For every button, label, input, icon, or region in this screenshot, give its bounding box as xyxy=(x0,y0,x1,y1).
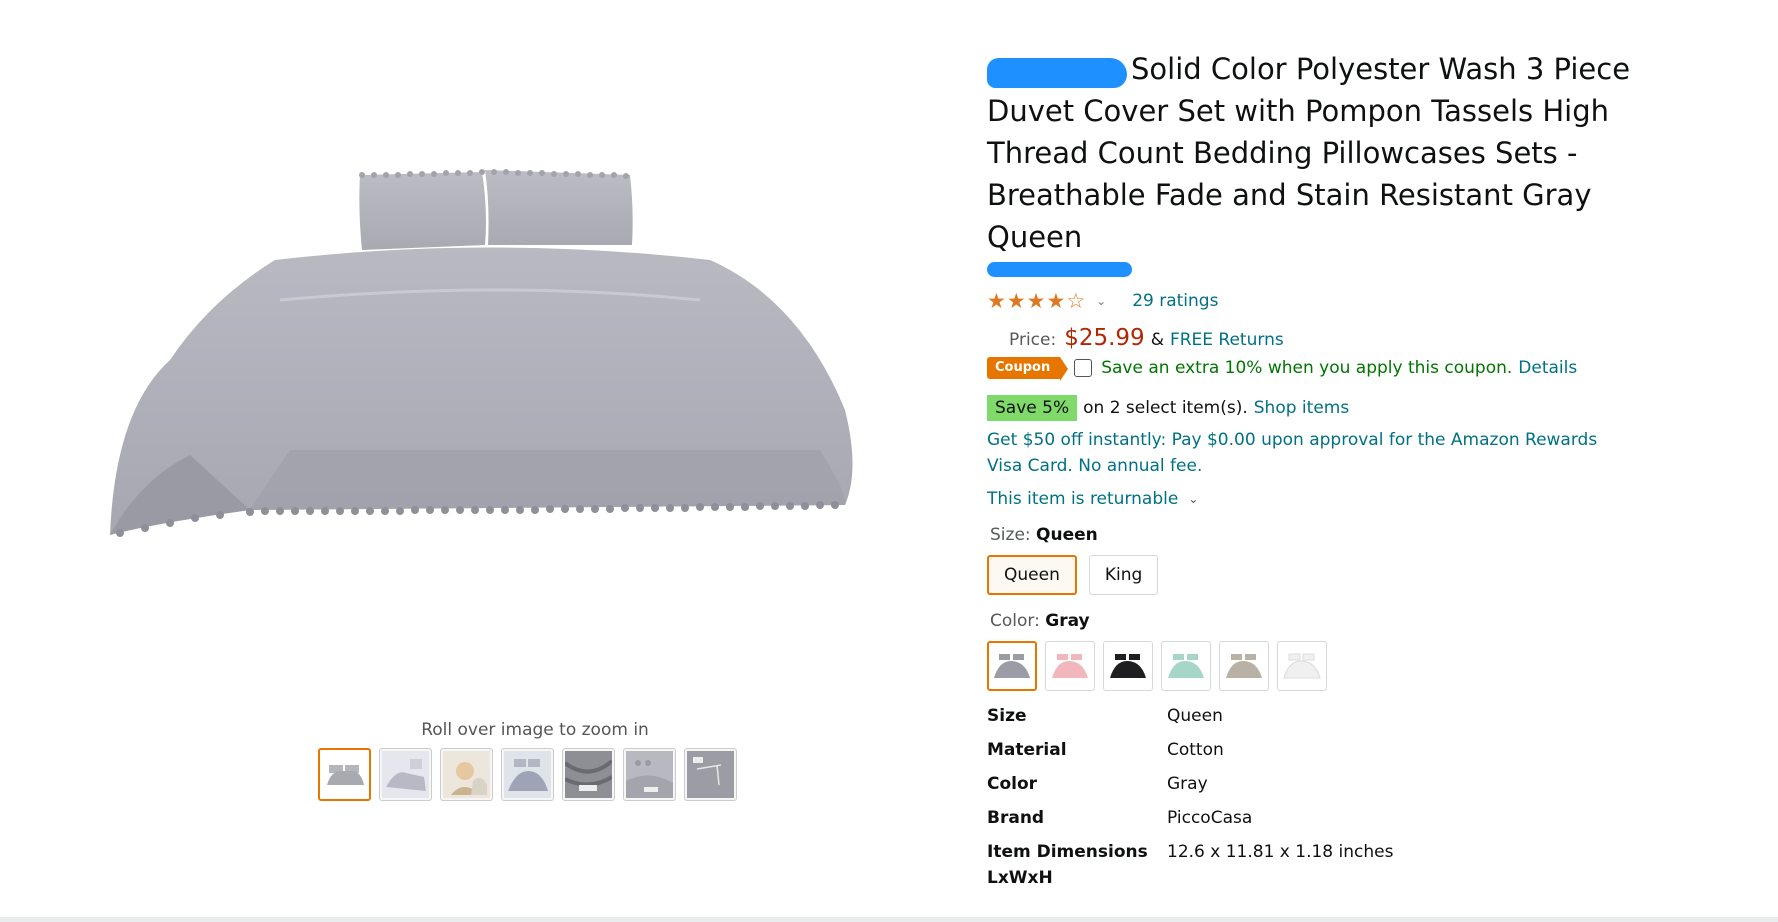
spec-key: Size xyxy=(987,706,1027,726)
spec-key: Item Dimensions LxWxH xyxy=(987,842,1148,888)
color-swatch[interactable] xyxy=(987,641,1037,691)
shop-items-link[interactable]: Shop items xyxy=(1254,398,1349,418)
spec-key: Brand xyxy=(987,808,1045,828)
color-option-label: Color: Gray xyxy=(990,611,1637,631)
thumbnail-3[interactable] xyxy=(440,748,493,801)
product-specs-table: Size Queen Material Cotton Color Gray Brand Pic… xyxy=(987,703,1393,891)
star-icon: ★ xyxy=(987,289,1007,313)
star-rating[interactable]: ★★★★☆ xyxy=(987,289,1086,313)
product-info-panel: Solid Color Polyester Wash 3 Piece Duvet… xyxy=(987,48,1637,891)
coupon-row: Coupon Save an extra 10% when you apply … xyxy=(987,357,1637,381)
coupon-badge: Coupon xyxy=(987,357,1069,381)
color-swatch[interactable] xyxy=(1103,641,1153,691)
free-returns-link[interactable]: FREE Returns xyxy=(1170,330,1284,350)
redacted-brand-mark xyxy=(987,58,1127,88)
visa-card-offer-link[interactable]: Get $50 off instantly: Pay $0.00 upon ap… xyxy=(987,427,1637,479)
promotion-row: Save 5% on 2 select item(s). Shop items xyxy=(987,395,1637,421)
size-selected: Queen xyxy=(1036,525,1098,545)
save-badge: Save 5% xyxy=(987,395,1078,421)
color-swatch[interactable] xyxy=(1277,641,1327,691)
price-value: $25.99 xyxy=(1064,325,1145,351)
spec-value: PiccoCasa xyxy=(1167,808,1253,828)
color-label: Color: xyxy=(990,611,1040,631)
duvet-bed-illustration xyxy=(110,169,853,537)
spec-row: Color Gray xyxy=(987,771,1393,805)
checkbox-icon[interactable] xyxy=(1074,359,1093,377)
spec-value: Queen xyxy=(1167,706,1223,726)
color-swatch[interactable] xyxy=(1161,641,1211,691)
star-icon: ☆ xyxy=(1066,289,1087,313)
spec-value: Gray xyxy=(1167,774,1208,794)
thumbnail-1[interactable] xyxy=(318,748,371,801)
color-selector xyxy=(987,641,1637,691)
redacted-store-link xyxy=(987,262,1132,277)
page-bottom-divider xyxy=(0,917,1778,922)
star-icon: ★ xyxy=(1046,289,1067,313)
price-ampersand: & xyxy=(1150,330,1164,350)
chevron-down-icon: ⌄ xyxy=(1188,492,1199,506)
size-option-label: Size: Queen xyxy=(990,525,1637,545)
main-product-image[interactable] xyxy=(100,150,970,630)
thumbnail-5[interactable] xyxy=(562,748,615,801)
spec-value: Cotton xyxy=(1167,740,1224,760)
size-selector: Queen King xyxy=(987,555,1637,595)
spec-key: Color xyxy=(987,774,1038,794)
title-block: Solid Color Polyester Wash 3 Piece Duvet… xyxy=(987,48,1637,277)
star-icon: ★ xyxy=(1026,289,1047,313)
color-selected: Gray xyxy=(1045,611,1090,631)
color-swatch[interactable] xyxy=(1045,641,1095,691)
thumbnail-strip xyxy=(318,748,737,801)
price-label: Price: xyxy=(1009,330,1057,350)
size-label: Size: xyxy=(990,525,1031,545)
rating-row: ★★★★☆ ⌄ 29 ratings xyxy=(987,289,1637,313)
spec-row: Size Queen xyxy=(987,703,1393,737)
zoom-hint-text: Roll over image to zoom in xyxy=(421,720,649,740)
returnable-dropdown[interactable]: This item is returnable ⌄ xyxy=(987,489,1637,509)
spec-key: Material xyxy=(987,740,1067,760)
returnable-label: This item is returnable xyxy=(987,489,1179,509)
spec-row: Material Cotton xyxy=(987,737,1393,771)
ratings-count-link[interactable]: 29 ratings xyxy=(1132,291,1218,311)
spec-value: 12.6 x 11.81 x 1.18 inches xyxy=(1167,842,1394,862)
size-option-queen[interactable]: Queen xyxy=(987,555,1077,595)
spec-row: Item Dimensions LxWxH 12.6 x 11.81 x 1.18… xyxy=(987,839,1393,891)
thumbnail-2[interactable] xyxy=(379,748,432,801)
star-icon: ★ xyxy=(1006,289,1027,313)
promotion-text: on 2 select item(s). xyxy=(1083,398,1248,418)
thumbnail-4[interactable] xyxy=(501,748,554,801)
size-option-king[interactable]: King xyxy=(1088,555,1159,595)
spec-row: Brand PiccoCasa xyxy=(987,805,1393,839)
coupon-details-link[interactable]: Details xyxy=(1518,358,1577,378)
color-swatch[interactable] xyxy=(1219,641,1269,691)
coupon-text: Save an extra 10% when you apply this co… xyxy=(1101,358,1513,378)
price-row: Price: $25.99 & FREE Returns xyxy=(987,325,1637,351)
thumbnail-7[interactable] xyxy=(684,748,737,801)
thumbnail-6[interactable] xyxy=(623,748,676,801)
chevron-down-icon[interactable]: ⌄ xyxy=(1096,294,1106,308)
